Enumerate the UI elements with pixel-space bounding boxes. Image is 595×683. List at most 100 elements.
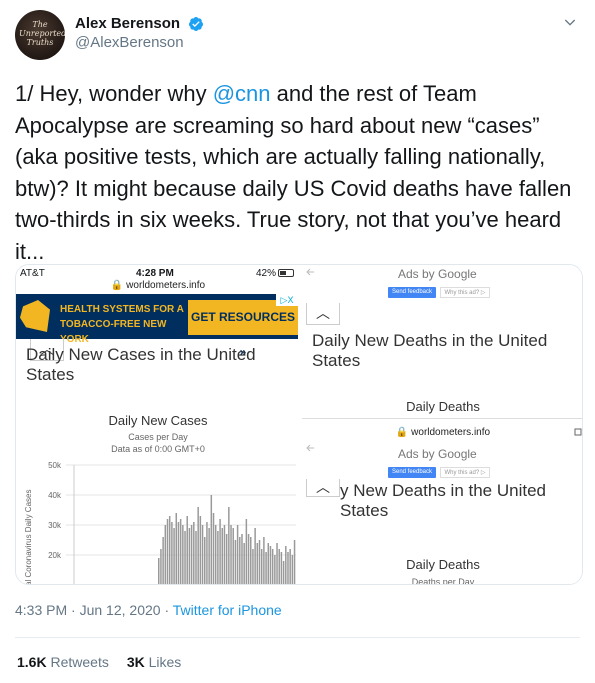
bar xyxy=(289,549,291,584)
mention-link[interactable]: @cnn xyxy=(213,81,271,106)
ad-banner[interactable]: HEALTH SYSTEMS FOR A TOBACCO-FREE NEW YO… xyxy=(16,294,298,359)
bar xyxy=(166,519,169,584)
display-name[interactable]: Alex Berenson xyxy=(75,15,180,33)
chart-title: Daily Deaths xyxy=(406,399,480,414)
ads-by-google: Ads by Google xyxy=(398,267,477,281)
ad-text: HEALTH SYSTEMS FOR A TOBACCO-FREE NEW YO… xyxy=(60,304,184,345)
separator: · xyxy=(164,602,170,618)
author-info: Alex Berenson @AlexBerenson xyxy=(75,15,204,53)
source-link[interactable]: Twitter for iPhone xyxy=(173,602,282,618)
carrier: AT&T xyxy=(20,268,45,279)
chart-data-as-of: Data as of 0:00 GMT+0 xyxy=(111,444,205,454)
likes-count: 3K xyxy=(126,654,145,670)
send-feedback-button[interactable]: Send feedback xyxy=(388,467,436,478)
tweet-header: The Unreported Truths Alex Berenson @Ale… xyxy=(15,10,580,60)
browser-url: 🔒 worldometers.info xyxy=(110,280,206,291)
bar xyxy=(285,546,287,584)
bar xyxy=(162,537,164,584)
bar xyxy=(274,555,276,584)
back-arrow-icon[interactable] xyxy=(306,267,316,277)
battery-percent: 42% xyxy=(256,268,277,279)
bar xyxy=(265,552,267,584)
bar xyxy=(291,555,294,584)
bar xyxy=(184,531,186,584)
tweet-stats: 1.6K Retweets 3K Likes xyxy=(17,654,181,670)
bar xyxy=(164,525,167,584)
bar xyxy=(293,540,296,584)
bar xyxy=(254,528,256,584)
handle[interactable]: @AlexBerenson xyxy=(75,33,204,53)
bar xyxy=(182,525,184,584)
phone-clock: 4:28 PM xyxy=(136,268,174,279)
phone-status-bar: AT&T 4:28 PM 42% 🔒 worldometers.info xyxy=(16,265,300,295)
new-york-state-icon xyxy=(20,300,50,332)
bar xyxy=(250,537,252,584)
tweet-text-end: and the rest of Team Apocalypse are scre… xyxy=(15,81,572,264)
media-image-left[interactable]: AT&T 4:28 PM 42% 🔒 worldometers.info HEA… xyxy=(16,265,300,585)
bar xyxy=(195,531,197,584)
bar xyxy=(282,561,285,584)
bar xyxy=(188,528,191,584)
send-feedback-button[interactable]: Send feedback xyxy=(388,287,436,298)
media-image-right[interactable]: Ads by Google Send feedback Why this ad?… xyxy=(302,265,582,584)
bar xyxy=(158,558,160,584)
back-arrow-icon[interactable] xyxy=(306,443,316,453)
tweet-date[interactable]: Jun 12, 2020 xyxy=(80,602,161,618)
chevron-up-icon[interactable]: ︿ xyxy=(306,303,340,325)
bar xyxy=(230,525,232,584)
overlay-chart-title: Daily Deaths xyxy=(406,557,480,572)
bar xyxy=(234,540,237,584)
bar xyxy=(206,522,208,584)
bar xyxy=(280,552,283,584)
bar xyxy=(208,528,210,584)
y-tick-label: 40k xyxy=(48,491,62,500)
tweet-time[interactable]: 4:33 PM xyxy=(15,602,67,618)
y-axis-label: al Coronavirus Daily Cases xyxy=(24,490,33,585)
likes-label: Likes xyxy=(148,654,182,670)
bar xyxy=(276,543,278,584)
likes-stat[interactable]: 3K Likes xyxy=(127,654,181,670)
bar xyxy=(204,537,206,584)
bar xyxy=(258,540,261,584)
bar xyxy=(190,525,193,584)
avatar[interactable]: The Unreported Truths xyxy=(15,10,65,60)
why-this-ad-button[interactable]: Why this ad? ▷ xyxy=(440,467,490,478)
retweets-stat[interactable]: 1.6K Retweets xyxy=(17,654,109,670)
overlay-url: 🔒 worldometers.info xyxy=(395,427,491,438)
bar xyxy=(287,552,289,584)
chart-subtitle: Cases per Day xyxy=(128,432,188,442)
bar xyxy=(214,525,217,584)
bar xyxy=(177,522,180,584)
bar xyxy=(239,537,241,584)
bar xyxy=(219,519,221,584)
bar xyxy=(171,522,173,584)
bar xyxy=(228,507,230,584)
bar xyxy=(241,534,243,584)
bar xyxy=(210,495,213,584)
browser-url-text: worldometers.info xyxy=(126,280,206,291)
bar xyxy=(225,534,228,584)
chevron-down-icon[interactable] xyxy=(562,14,578,30)
y-tick-label: 20k xyxy=(48,551,62,560)
page-title: Daily New Deaths in the United States xyxy=(312,331,548,370)
bar xyxy=(271,549,274,584)
ad-choices-icon[interactable]: ▷X xyxy=(276,294,298,306)
bar xyxy=(232,528,234,584)
bar xyxy=(236,525,239,584)
cases-bar-chart: 50k 40k 30k 20k al Coronavirus Daily Cases xyxy=(24,461,296,585)
tweet-media[interactable]: AT&T 4:28 PM 42% 🔒 worldometers.info HEA… xyxy=(15,264,583,585)
bar xyxy=(197,507,199,584)
bar xyxy=(186,516,188,584)
why-this-ad-button[interactable]: Why this ad? ▷ xyxy=(440,287,490,298)
overlay-screenshot[interactable]: 🔒 worldometers.info Ads by Google Send f… xyxy=(302,418,582,584)
chevron-up-icon[interactable]: ︿ xyxy=(306,479,340,497)
tweet-timestamp: 4:33 PM · Jun 12, 2020 · Twitter for iPh… xyxy=(15,602,282,618)
bar xyxy=(193,522,195,584)
battery-icon xyxy=(278,269,294,277)
verified-badge-icon xyxy=(188,17,203,31)
tabs-icon[interactable] xyxy=(574,428,582,436)
bar xyxy=(175,513,178,584)
bar xyxy=(223,525,226,584)
bar xyxy=(212,513,215,584)
tweet-text: 1/ Hey, wonder why @cnn and the rest of … xyxy=(15,78,580,267)
